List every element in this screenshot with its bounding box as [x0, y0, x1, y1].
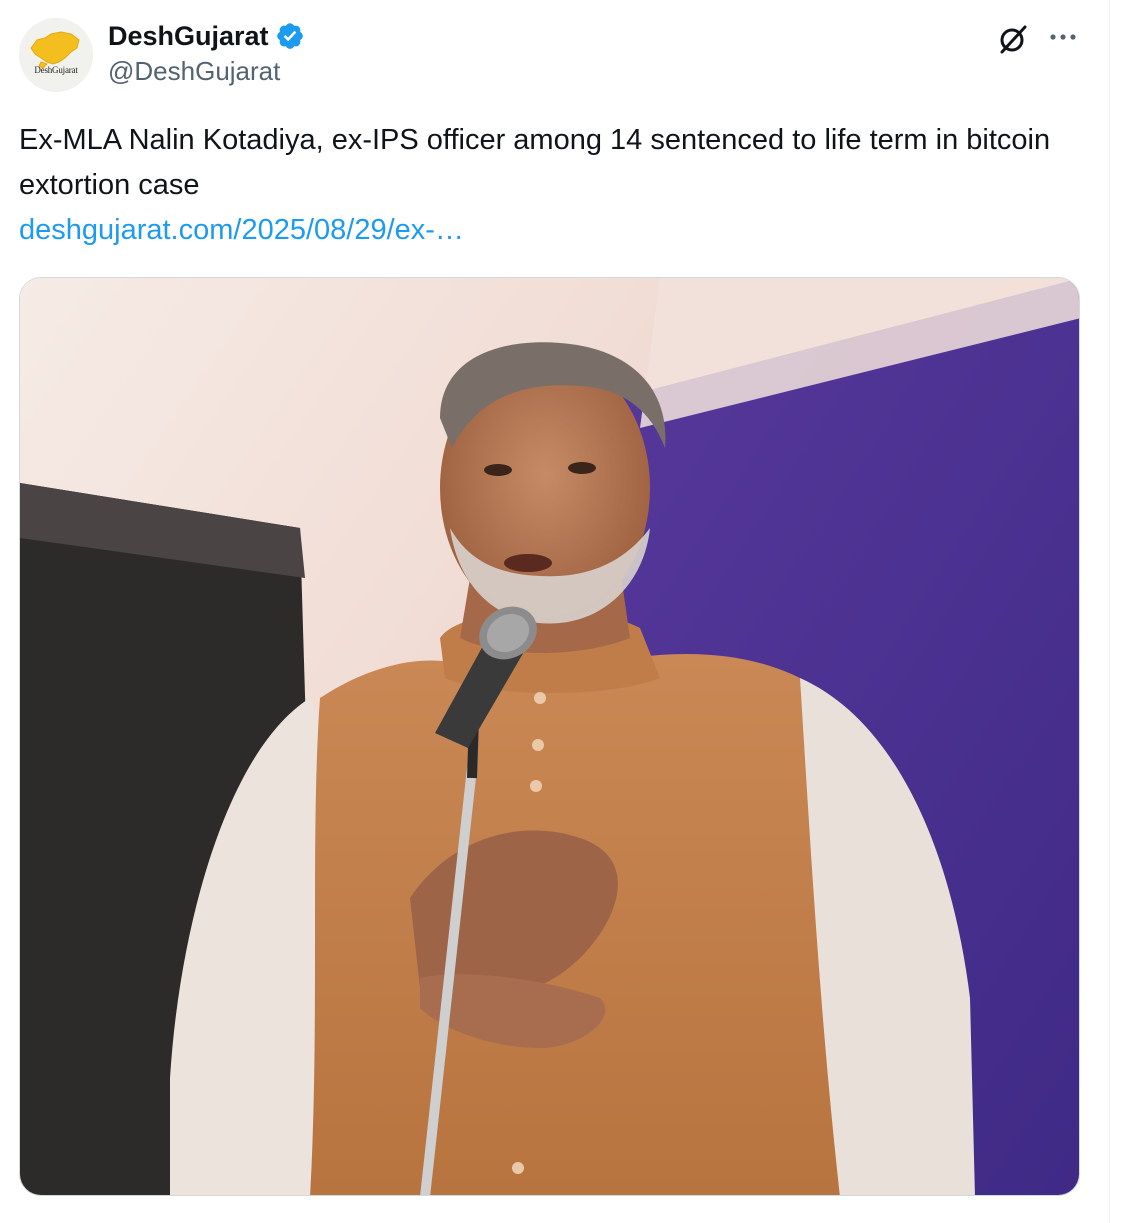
article-link[interactable]: deshgujarat.com/2025/08/29/ex-… — [19, 208, 464, 253]
tweet-card[interactable]: DeshGujarat DeshGujarat @DeshGujarat Ex-… — [0, 0, 1108, 1223]
grok-icon[interactable] — [996, 22, 1030, 56]
tweet-text: Ex-MLA Nalin Kotadiya, ex-IPS officer am… — [19, 124, 1051, 201]
author-handle[interactable]: @DeshGujarat — [108, 56, 280, 87]
avatar-label: DeshGujarat — [34, 65, 78, 75]
more-options-icon[interactable] — [1046, 24, 1080, 50]
tweet-photo[interactable] — [19, 277, 1080, 1196]
author-name-row: DeshGujarat — [108, 20, 305, 52]
gujarat-map-logo-icon — [19, 18, 93, 92]
verified-badge-icon — [276, 23, 303, 49]
avatar[interactable]: DeshGujarat — [19, 18, 93, 92]
speaker-photo — [20, 278, 1079, 1195]
timeline-divider — [1109, 0, 1110, 1223]
author-display-name[interactable]: DeshGujarat — [108, 21, 269, 52]
